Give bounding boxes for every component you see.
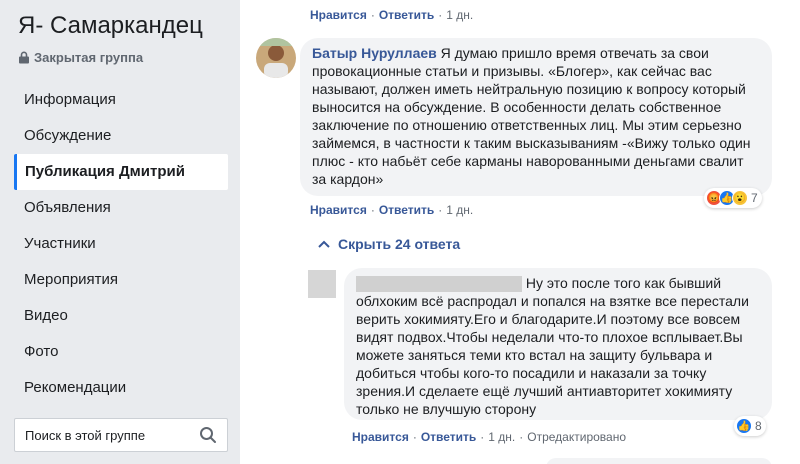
like-button[interactable]: Нравится	[310, 203, 367, 217]
reactions-summary[interactable]: 👍 8	[734, 416, 766, 436]
reply-button[interactable]: Ответить	[379, 203, 434, 217]
separator: ·	[370, 8, 375, 22]
edited-label[interactable]: Отредактировано	[527, 430, 626, 444]
avatar[interactable]	[308, 270, 336, 298]
next-comment-bubble	[546, 458, 772, 464]
hide-replies-label: Скрыть 24 ответа	[338, 236, 461, 252]
like-button[interactable]: Нравится	[352, 430, 409, 444]
redacted-author-name	[356, 276, 522, 293]
sidebar-item-videos[interactable]: Видео	[14, 298, 228, 334]
group-title[interactable]: Я- Самаркандец	[18, 12, 203, 40]
separator: ·	[412, 430, 417, 444]
reaction-count: 8	[755, 419, 762, 433]
prev-comment-actions: Нравится · Ответить · 1 дн.	[310, 8, 473, 22]
group-sidebar: Я- Самаркандец Закрытая группа Информаци…	[0, 0, 240, 464]
sidebar-item-members[interactable]: Участники	[14, 226, 228, 262]
sidebar-item-announcements[interactable]: Объявления	[14, 190, 228, 226]
sidebar-item-discussion[interactable]: Обсуждение	[14, 118, 228, 154]
reply-button[interactable]: Ответить	[421, 430, 476, 444]
sidebar-item-recommendations[interactable]: Рекомендации	[14, 370, 228, 406]
comments-area: Нравится · Ответить · 1 дн. Батыр Нурулл…	[240, 0, 800, 464]
search-placeholder: Поиск в этой группе	[25, 427, 146, 443]
timestamp[interactable]: 1 дн.	[446, 8, 473, 22]
reply-text: Ну это после того как бывший облхоким вс…	[356, 275, 749, 418]
comment-bubble: Батыр Нуруллаев Я думаю пришло время отв…	[300, 38, 772, 196]
reply-bubble: Ну это после того как бывший облхоким вс…	[344, 268, 772, 420]
hide-replies-link[interactable]: Скрыть 24 ответа	[318, 236, 460, 252]
lock-icon	[19, 51, 29, 64]
search-icon[interactable]	[199, 426, 217, 444]
wow-reaction-icon: 😮	[732, 190, 748, 206]
group-search-input[interactable]: Поиск в этой группе	[14, 418, 228, 452]
group-privacy-label: Закрытая группа	[34, 50, 144, 65]
sidebar-item-publication[interactable]: Публикация Дмитрий	[14, 154, 228, 190]
reply-actions: Нравится · Ответить · 1 дн. · Отредактир…	[352, 430, 626, 444]
sidebar-item-info[interactable]: Информация	[14, 82, 228, 118]
sidebar-item-events[interactable]: Мероприятия	[14, 262, 228, 298]
reaction-count: 7	[751, 191, 758, 205]
comment-author[interactable]: Батыр Нуруллаев	[312, 45, 437, 61]
sidebar-item-photos[interactable]: Фото	[14, 334, 228, 370]
group-privacy: Закрытая группа	[18, 50, 143, 65]
avatar[interactable]	[256, 38, 296, 78]
sidebar-nav: Информация Обсуждение Публикация Дмитрий…	[14, 82, 228, 406]
separator: ·	[370, 203, 375, 217]
separator: ·	[519, 430, 524, 444]
comment-text: Я думаю пришло время отвечать за свои пр…	[312, 45, 751, 187]
comment-actions: Нравится · Ответить · 1 дн.	[310, 203, 473, 217]
separator: ·	[438, 203, 443, 217]
like-button[interactable]: Нравится	[310, 8, 367, 22]
reply-button[interactable]: Ответить	[379, 8, 434, 22]
separator: ·	[438, 8, 443, 22]
chevron-up-icon	[318, 240, 330, 248]
timestamp[interactable]: 1 дн.	[488, 430, 515, 444]
reactions-summary[interactable]: 😡 👍 😮 7	[704, 188, 762, 208]
separator: ·	[480, 430, 485, 444]
timestamp[interactable]: 1 дн.	[446, 203, 473, 217]
like-reaction-icon: 👍	[736, 418, 752, 434]
user-photo	[256, 38, 296, 78]
